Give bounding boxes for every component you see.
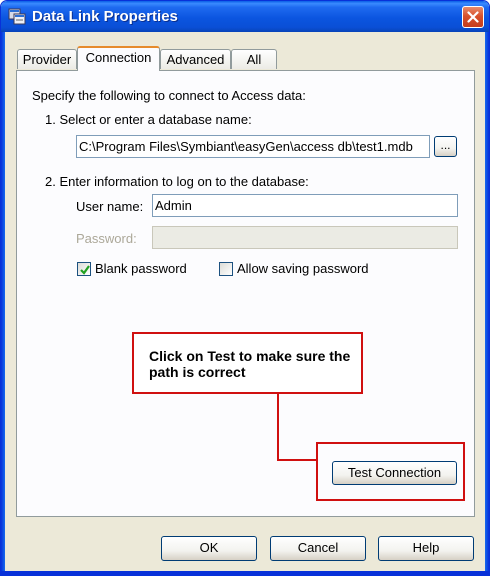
test-button-highlight [316,442,465,501]
dialog-window: Data Link Properties Provider Connection… [0,0,490,576]
